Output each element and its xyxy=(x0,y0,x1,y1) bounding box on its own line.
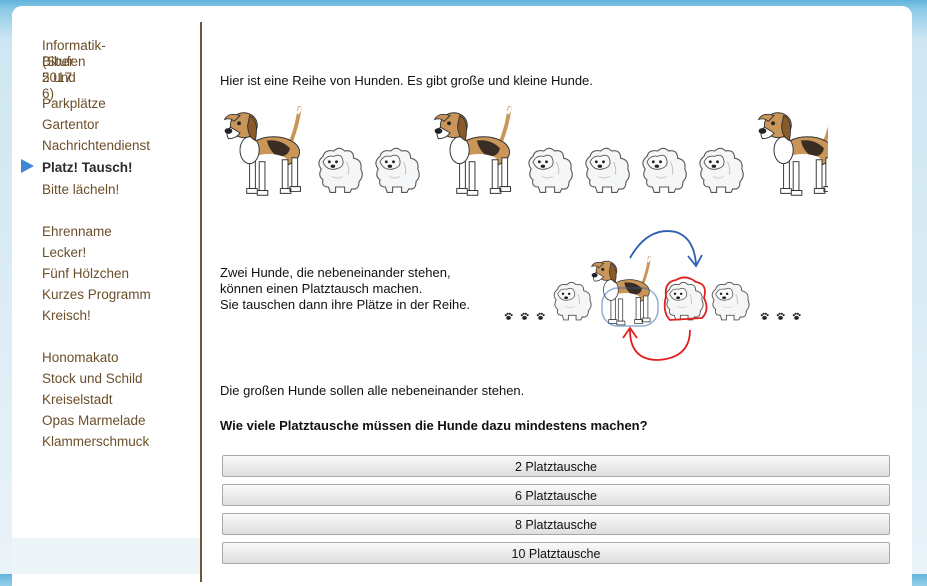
swap-arrow-top-icon xyxy=(629,230,703,268)
nav-item-parkplaetze[interactable]: Parkplätze xyxy=(42,96,106,112)
paw-icon xyxy=(536,312,545,320)
paw-icon xyxy=(776,312,785,320)
contest-subtitle: (Stufen 5 und 6) xyxy=(42,54,86,101)
intro-text: Hier ist eine Reihe von Hunden. Es gibt … xyxy=(220,73,593,88)
paw-icon xyxy=(520,312,529,320)
small-dog-highlighted-icon xyxy=(663,276,708,321)
big-dog-highlighted-icon xyxy=(590,256,659,327)
small-dog-icon xyxy=(642,147,687,193)
answer-button-2[interactable]: 2 Platztausche xyxy=(222,455,890,477)
dog-row-svg xyxy=(218,106,828,206)
goal-text: Die großen Hunde sollen alle nebeneinand… xyxy=(220,383,525,398)
small-dog-icon xyxy=(711,281,750,321)
nav-item-kurzes-programm[interactable]: Kurzes Programm xyxy=(42,287,151,303)
nav-item-gartentor[interactable]: Gartentor xyxy=(42,117,99,133)
small-dog-icon xyxy=(585,147,630,193)
nav-item-platz-tausch[interactable]: Platz! Tausch! xyxy=(42,160,133,176)
nav-item-klammerschmuck[interactable]: Klammerschmuck xyxy=(42,434,149,450)
small-dog-icon xyxy=(553,281,592,321)
nav-item-kreiselstadt[interactable]: Kreiselstadt xyxy=(42,392,113,408)
swap-arrow-bottom-icon xyxy=(622,326,691,361)
paw-icon xyxy=(760,312,769,320)
active-item-arrow-icon xyxy=(21,159,34,173)
paw-icon xyxy=(504,312,513,320)
small-dog-icon xyxy=(375,147,420,193)
nav-item-kreisch[interactable]: Kreisch! xyxy=(42,308,91,324)
big-dog-icon xyxy=(759,107,828,195)
swap-explanation-line-3: Sie tauschen dann ihre Plätze in der Rei… xyxy=(220,297,471,312)
small-dog-icon xyxy=(318,147,363,193)
small-dog-icon xyxy=(528,147,573,193)
question-text: Wie viele Platztausche müssen die Hunde … xyxy=(220,418,648,433)
answer-button-6[interactable]: 6 Platztausche xyxy=(222,484,890,506)
big-dog-icon xyxy=(435,107,511,195)
nav-item-bitte-laecheln[interactable]: Bitte lächeln! xyxy=(42,182,119,198)
nav-item-opas-marmelade[interactable]: Opas Marmelade xyxy=(42,413,146,429)
nav-item-fuenf-hoelzchen[interactable]: Fünf Hölzchen xyxy=(42,266,129,282)
answer-button-8[interactable]: 8 Platztausche xyxy=(222,513,890,535)
nav-item-honomakato[interactable]: Honomakato xyxy=(42,350,119,366)
big-dog-icon xyxy=(225,107,301,195)
paw-icon xyxy=(792,312,801,320)
small-dog-icon xyxy=(699,147,744,193)
answer-button-10[interactable]: 10 Platztausche xyxy=(222,542,890,564)
nav-item-nachrichtendienst[interactable]: Nachrichtendienst xyxy=(42,138,150,154)
swap-illustration xyxy=(504,230,801,361)
sidebar-footer-strip xyxy=(12,538,200,574)
nav-item-ehrenname[interactable]: Ehrenname xyxy=(42,224,112,240)
nav-item-lecker[interactable]: Lecker! xyxy=(42,245,86,261)
swap-explanation-line-1: Zwei Hunde, die nebeneinander stehen, xyxy=(220,265,451,280)
nav-item-stock-und-schild[interactable]: Stock und Schild xyxy=(42,371,143,387)
sidebar-divider xyxy=(200,22,202,582)
swap-explanation-line-2: können einen Platztausch machen. xyxy=(220,281,423,296)
